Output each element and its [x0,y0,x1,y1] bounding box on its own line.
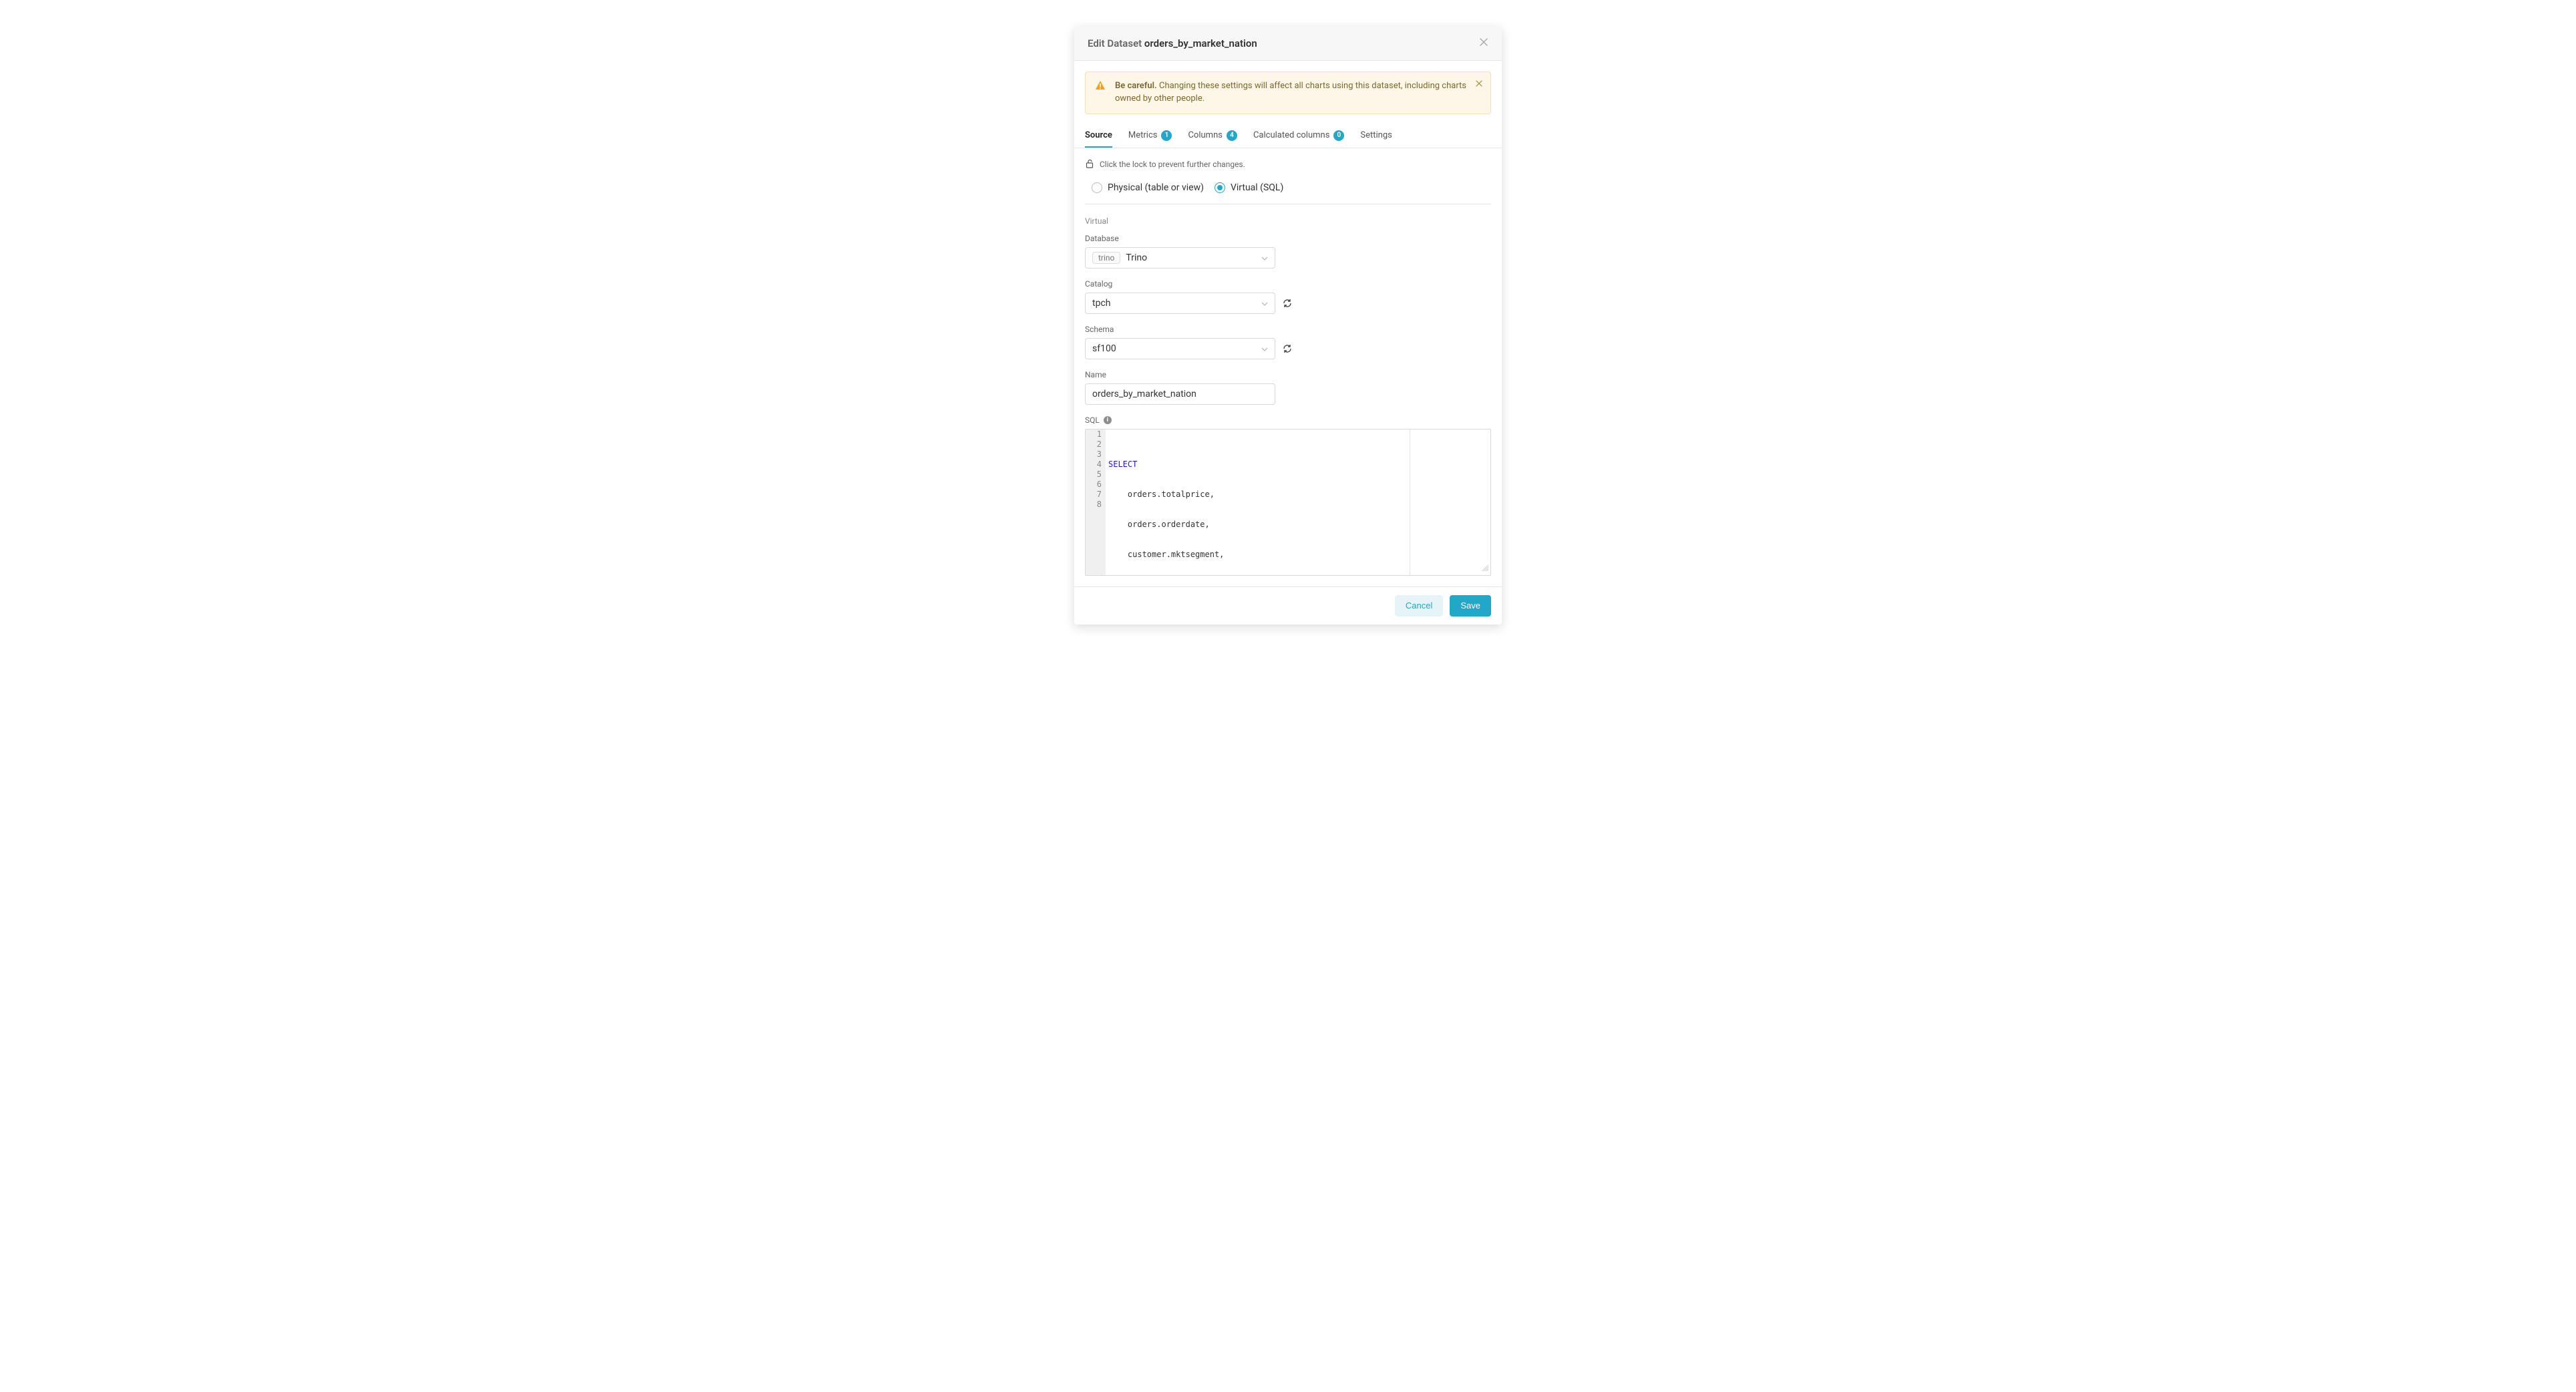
dataset-type-radio-group: Physical (table or view) Virtual (SQL) [1085,178,1491,204]
field-name: Name orders_by_market_nation [1085,370,1491,405]
tabs: Source Metrics 1 Columns 4 Calculated co… [1074,125,1502,148]
radio-virtual-input[interactable] [1215,182,1225,193]
sql-editor[interactable]: 12345678 SELECT orders.totalprice, order… [1085,429,1491,576]
modal-body: Be careful. Changing these settings will… [1074,71,1502,586]
database-tag: trino [1092,252,1120,264]
cancel-button[interactable]: Cancel [1395,595,1443,617]
tab-calc-badge: 0 [1333,130,1344,141]
sql-code[interactable]: SELECT orders.totalprice, orders.orderda… [1106,429,1490,575]
schema-value: sf100 [1092,343,1116,354]
tab-metrics-label: Metrics [1128,130,1158,140]
database-select[interactable]: trino Trino [1085,247,1275,269]
chevron-down-icon [1261,343,1268,354]
name-value: orders_by_market_nation [1092,389,1196,399]
tab-settings[interactable]: Settings [1360,125,1392,148]
name-input[interactable]: orders_by_market_nation [1085,383,1275,405]
lock-row: Click the lock to prevent further change… [1085,159,1491,170]
unlock-icon[interactable] [1085,159,1094,170]
radio-virtual[interactable]: Virtual (SQL) [1215,182,1283,193]
warning-icon [1095,80,1106,91]
radio-physical[interactable]: Physical (table or view) [1092,182,1204,193]
tab-settings-label: Settings [1360,130,1392,140]
label-schema: Schema [1085,325,1491,334]
edit-dataset-modal: Edit Dataset orders_by_market_nation Be … [1074,27,1502,625]
tab-calculated-columns[interactable]: Calculated columns 0 [1253,125,1344,148]
section-virtual-label: Virtual [1085,216,1491,226]
field-database: Database trino Trino [1085,234,1491,269]
chevron-down-icon [1261,298,1268,309]
modal-header: Edit Dataset orders_by_market_nation [1074,27,1502,61]
radio-physical-label: Physical (table or view) [1108,182,1204,193]
tab-source[interactable]: Source [1085,125,1112,148]
label-sql-text: SQL [1085,415,1100,425]
alert-strong: Be careful. [1115,81,1157,91]
database-value: Trino [1126,252,1147,263]
label-catalog: Catalog [1085,279,1491,289]
tab-columns-label: Columns [1188,130,1223,140]
save-button[interactable]: Save [1450,595,1491,617]
tab-calc-label: Calculated columns [1253,130,1329,140]
tab-source-label: Source [1085,130,1112,140]
catalog-select[interactable]: tpch [1085,293,1275,314]
refresh-catalog-icon[interactable] [1282,298,1293,309]
label-database: Database [1085,234,1491,243]
close-icon[interactable] [1479,37,1488,49]
lock-hint: Click the lock to prevent further change… [1100,160,1245,169]
info-icon[interactable]: i [1104,416,1112,424]
field-sql: SQL i 12345678 SELECT orders.totalprice,… [1085,415,1491,576]
radio-physical-input[interactable] [1092,182,1102,193]
radio-virtual-label: Virtual (SQL) [1231,182,1283,193]
modal-footer: Cancel Save [1074,586,1502,625]
tab-metrics[interactable]: Metrics 1 [1128,125,1172,148]
field-catalog: Catalog tpch [1085,279,1491,314]
chevron-down-icon [1261,252,1268,263]
tab-columns[interactable]: Columns 4 [1188,125,1237,148]
catalog-value: tpch [1092,298,1110,309]
refresh-schema-icon[interactable] [1282,343,1293,354]
tab-metrics-badge: 1 [1161,130,1172,141]
field-schema: Schema sf100 [1085,325,1491,359]
alert-text: Changing these settings will affect all … [1115,81,1466,104]
label-name: Name [1085,370,1491,379]
tab-columns-badge: 4 [1227,130,1237,141]
warning-alert: Be careful. Changing these settings will… [1085,71,1491,114]
sql-gutter: 12345678 [1086,429,1106,575]
label-sql: SQL i [1085,415,1491,425]
title-prefix: Edit Dataset [1088,37,1142,49]
title-dataset-name: orders_by_market_nation [1144,37,1257,49]
modal-title: Edit Dataset orders_by_market_nation [1088,37,1257,49]
alert-close-icon[interactable] [1476,79,1482,90]
source-content: Click the lock to prevent further change… [1074,148,1502,586]
schema-select[interactable]: sf100 [1085,338,1275,359]
